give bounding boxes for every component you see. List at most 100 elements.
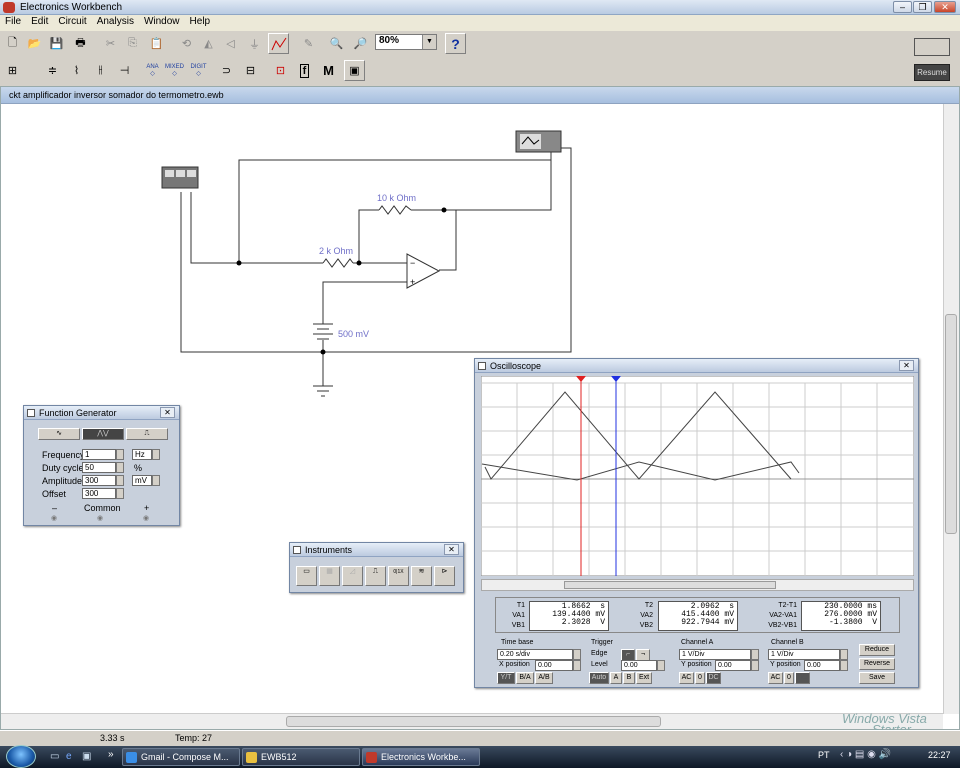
trigger-auto-button[interactable]: Auto xyxy=(589,672,609,684)
task-gmail[interactable]: Gmail - Compose M... xyxy=(122,748,240,766)
triangle-wave-button[interactable]: ⋀⋁ xyxy=(82,428,124,440)
amplitude-unit-stepper[interactable] xyxy=(152,475,160,486)
menu-circuit[interactable]: Circuit xyxy=(53,15,91,28)
plus-terminal[interactable]: ◉ xyxy=(143,514,149,522)
cut-icon[interactable]: ✂ xyxy=(100,33,121,54)
channel-a-ac-button[interactable]: AC xyxy=(679,672,694,684)
sources-bin-icon[interactable]: ≑ xyxy=(42,60,63,81)
duty-cycle-stepper[interactable] xyxy=(116,462,124,473)
multimeter-icon[interactable]: ▭ xyxy=(296,566,317,586)
frequency-input[interactable]: 1 xyxy=(82,449,116,460)
ba-mode-button[interactable]: B/A xyxy=(516,672,534,684)
battery-500mv[interactable] xyxy=(313,323,333,340)
basic-bin-icon[interactable]: ⌇ xyxy=(66,60,87,81)
amplitude-stepper[interactable] xyxy=(116,475,124,486)
reduce-button[interactable]: Reduce xyxy=(859,644,895,656)
paste-icon[interactable]: 📋 xyxy=(146,33,167,54)
timebase-stepper[interactable] xyxy=(573,649,581,660)
component-properties-icon[interactable]: ⏚ xyxy=(244,33,265,54)
mixed-ics-bin-icon[interactable]: MIXED ◇ xyxy=(164,60,185,81)
channel-a-scale-stepper[interactable] xyxy=(751,649,759,660)
trigger-a-button[interactable]: A xyxy=(610,672,622,684)
duty-cycle-input[interactable]: 50 xyxy=(82,462,116,473)
function-generator-tool-icon[interactable]: ▦ xyxy=(319,566,340,586)
close-button[interactable]: ✕ xyxy=(934,1,956,13)
tray-icons[interactable]: ‹ ◑ ▤ ◉ 🔊 xyxy=(840,749,891,760)
trigger-b-button[interactable]: B xyxy=(623,672,635,684)
channel-b-scale-stepper[interactable] xyxy=(840,649,848,660)
channel-b-scale-input[interactable]: 1 V/Div xyxy=(768,649,840,660)
flip-horizontal-icon[interactable]: ◭ xyxy=(198,33,219,54)
oscilloscope-symbol[interactable] xyxy=(515,130,562,153)
close-icon[interactable]: ✕ xyxy=(444,544,459,555)
save-icon[interactable]: 💾 xyxy=(46,33,67,54)
rotate-icon[interactable]: ⟲ xyxy=(176,33,197,54)
frequency-unit[interactable]: Hz xyxy=(132,449,152,460)
amplitude-unit[interactable]: mV xyxy=(132,475,152,486)
sine-wave-button[interactable]: ∿ xyxy=(38,428,80,440)
start-button[interactable] xyxy=(6,745,36,768)
channel-b-ypos-stepper[interactable] xyxy=(840,660,848,671)
channel-a-dc-button[interactable]: DC xyxy=(706,672,721,684)
ie-icon[interactable]: e xyxy=(66,751,72,762)
channel-a-ypos-stepper[interactable] xyxy=(751,660,759,671)
x-position-input[interactable]: 0.00 xyxy=(535,660,573,671)
task-electronics-workbench[interactable]: Electronics Workbe... xyxy=(362,748,480,766)
ab-mode-button[interactable]: A/B xyxy=(535,672,553,684)
offset-input[interactable]: 300 xyxy=(82,488,116,499)
logic-converter-icon[interactable]: ⊳ xyxy=(434,566,455,586)
flip-vertical-icon[interactable]: ◁ xyxy=(220,33,241,54)
copy-icon[interactable]: ⎘ xyxy=(122,33,143,54)
frequency-stepper[interactable] xyxy=(116,449,124,460)
maximize-button[interactable]: ❐ xyxy=(913,1,932,13)
instrument-toggle-icon[interactable] xyxy=(914,38,950,56)
channel-b-ac-button[interactable]: AC xyxy=(768,672,783,684)
channel-b-zero-button[interactable]: 0 xyxy=(784,672,794,684)
vertical-scroll-thumb[interactable] xyxy=(945,314,957,534)
horizontal-scroll-thumb[interactable] xyxy=(286,716,661,727)
minus-terminal[interactable]: ◉ xyxy=(51,514,57,522)
task-ewb512[interactable]: EWB512 xyxy=(242,748,360,766)
new-file-icon[interactable]: 🗋 xyxy=(2,33,23,54)
controls-bin-icon[interactable]: f xyxy=(294,60,315,81)
scope-scroll-thumb[interactable] xyxy=(564,581,776,589)
timebase-input[interactable]: 0.20 s/div xyxy=(497,649,573,660)
square-wave-button[interactable]: ⎍ xyxy=(126,428,168,440)
channel-b-dc-button[interactable]: DC xyxy=(795,672,810,684)
yt-mode-button[interactable]: Y/T xyxy=(497,672,515,684)
bode-plotter-icon[interactable]: ⎍ xyxy=(365,566,386,586)
language-indicator[interactable]: PT xyxy=(818,750,830,760)
frequency-unit-stepper[interactable] xyxy=(152,449,160,460)
common-terminal[interactable]: ◉ xyxy=(97,514,103,522)
parts-bin-favorites-icon[interactable]: ⊞ xyxy=(2,60,23,81)
level-stepper[interactable] xyxy=(657,660,665,671)
menu-edit[interactable]: Edit xyxy=(26,15,53,28)
quick-launch-more[interactable]: » xyxy=(108,749,114,760)
minimize-button[interactable]: – xyxy=(893,1,912,13)
close-icon[interactable]: ✕ xyxy=(160,407,175,418)
opamp[interactable]: −+ xyxy=(406,253,441,289)
save-scope-button[interactable]: Save xyxy=(859,672,895,684)
analog-ics-bin-icon[interactable]: ANA ◇ xyxy=(142,60,163,81)
reverse-button[interactable]: Reverse xyxy=(859,658,895,670)
trigger-ext-button[interactable]: Ext xyxy=(636,672,652,684)
menu-help[interactable]: Help xyxy=(185,15,216,28)
open-folder-icon[interactable]: 📂 xyxy=(24,33,45,54)
resistor-10k[interactable] xyxy=(378,205,412,215)
print-icon[interactable]: 🖶 xyxy=(70,33,91,54)
resume-button[interactable]: Resume xyxy=(914,64,950,81)
amplitude-input[interactable]: 300 xyxy=(82,475,116,486)
offset-stepper[interactable] xyxy=(116,488,124,499)
channel-a-scale-input[interactable]: 1 V/Div xyxy=(679,649,751,660)
indicators-bin-icon[interactable]: ⊡ xyxy=(270,60,291,81)
digital-ics-bin-icon[interactable]: DIGIT ◇ xyxy=(188,60,209,81)
instruments-bin-icon[interactable]: ▣ xyxy=(344,60,365,81)
zoom-out-icon[interactable]: 🔍 xyxy=(326,33,347,54)
channel-a-zero-button[interactable]: 0 xyxy=(695,672,705,684)
oscilloscope-tool-icon[interactable]: ◿ xyxy=(342,566,363,586)
zoom-in-icon[interactable]: 🔎 xyxy=(350,33,371,54)
transistors-bin-icon[interactable]: ⊣ xyxy=(114,60,135,81)
menu-file[interactable]: File xyxy=(0,15,26,28)
scope-scrollbar[interactable] xyxy=(481,579,914,591)
switch-windows-icon[interactable]: ▣ xyxy=(82,751,91,762)
